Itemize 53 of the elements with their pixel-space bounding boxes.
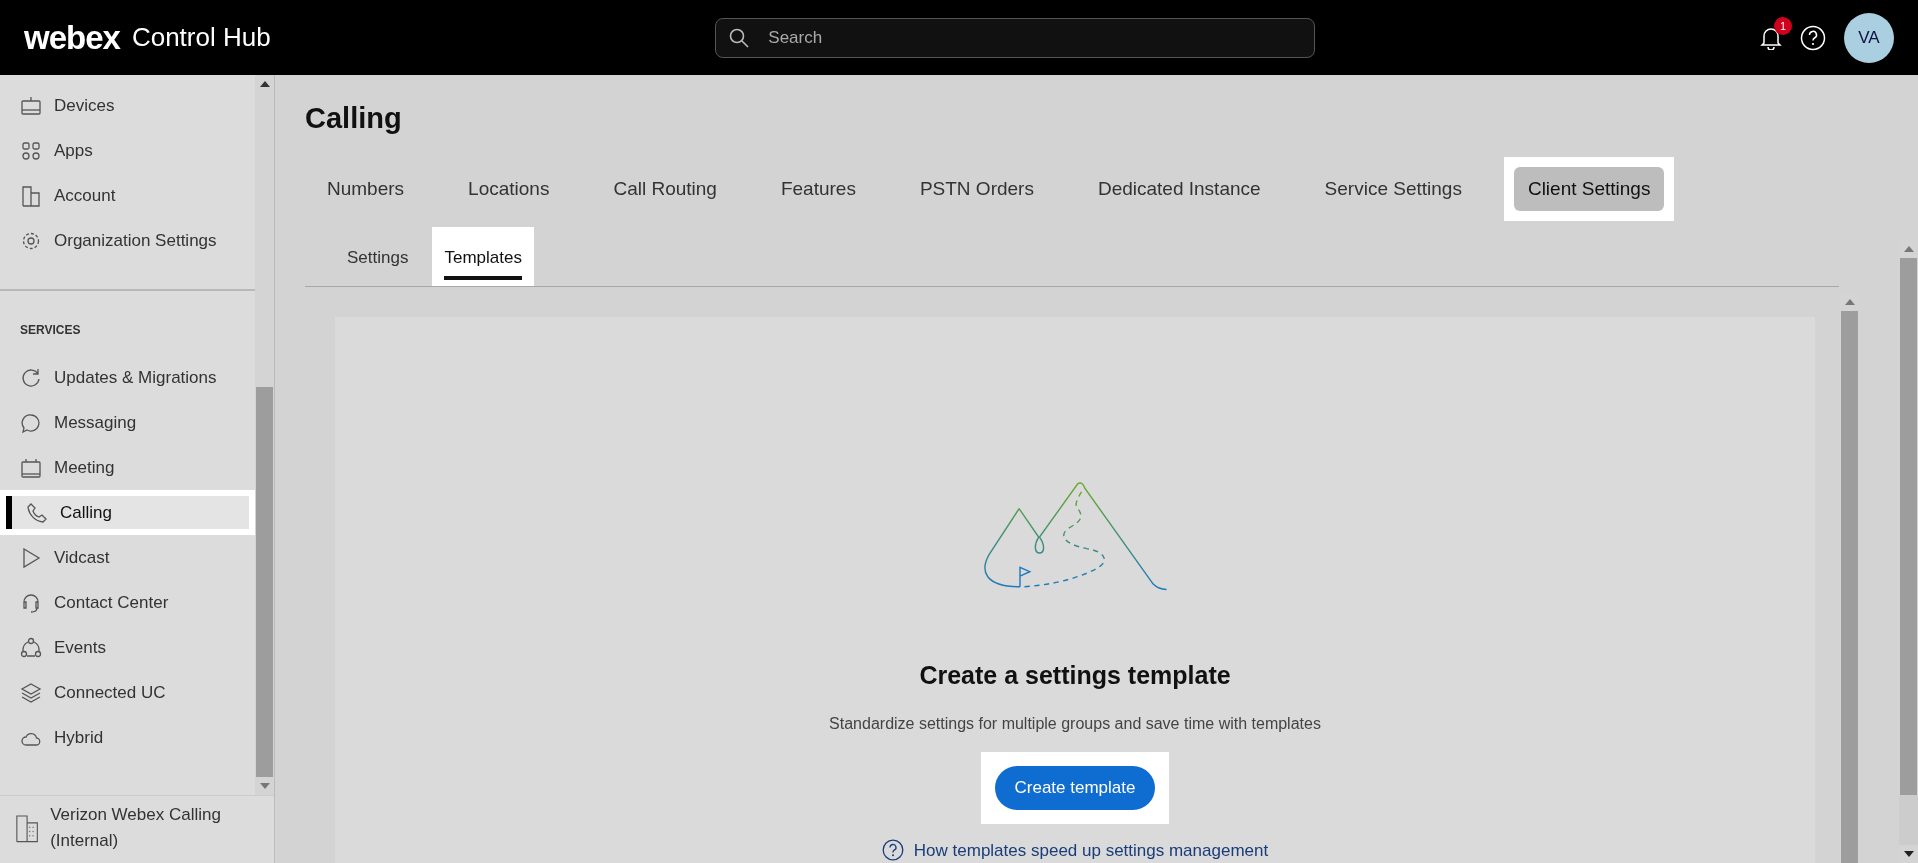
layers-icon — [20, 681, 42, 704]
sidebar-item[interactable]: Messaging — [0, 400, 255, 445]
organization-name[interactable]: Verizon Webex Calling (Internal) — [50, 802, 258, 853]
tv-icon — [20, 94, 42, 117]
chat-icon — [20, 411, 42, 434]
play-icon — [20, 546, 42, 569]
refresh-icon — [20, 366, 42, 389]
building-icon — [20, 184, 42, 207]
sidebar-item[interactable]: Organization Settings — [0, 218, 255, 263]
page-title: Calling — [305, 101, 403, 136]
tab[interactable]: PSTN Orders — [897, 156, 1056, 221]
user-avatar[interactable]: VA — [1844, 12, 1894, 63]
notification-badge: 1 — [1774, 17, 1792, 36]
product-name: Control Hub — [131, 21, 271, 54]
sidebar-item[interactable]: Account — [0, 173, 255, 218]
tab[interactable]: Call Routing — [591, 156, 739, 221]
sidebar-item[interactable]: Calling — [0, 490, 255, 535]
section-heading: SERVICES — [19, 322, 82, 339]
sidebar-item[interactable]: Apps — [0, 128, 255, 173]
tab[interactable]: Features — [758, 156, 878, 221]
search-icon — [729, 27, 750, 48]
tab[interactable]: Locations — [446, 156, 572, 221]
scrollbar-thumb[interactable] — [1900, 258, 1917, 795]
scrollbar[interactable] — [255, 75, 274, 795]
sub-tab[interactable]: Settings — [335, 227, 421, 286]
sidebar-item[interactable]: Vidcast — [0, 535, 255, 580]
help-icon[interactable] — [1800, 24, 1826, 51]
phone-icon — [26, 501, 48, 524]
people-icon — [20, 636, 42, 659]
sidebar-item[interactable]: Hybrid — [0, 715, 255, 760]
scrollbar-thumb[interactable] — [256, 387, 273, 777]
sidebar-item[interactable]: Updates & Migrations — [0, 355, 255, 400]
sidebar-item[interactable]: Meeting — [0, 445, 255, 490]
tab[interactable]: Client Settings — [1503, 156, 1675, 221]
sidebar-item[interactable]: Events — [0, 625, 255, 670]
sidebar-item[interactable]: Connected UC — [0, 670, 255, 715]
help-icon — [881, 839, 904, 862]
create-template-button[interactable]: Create template — [994, 766, 1156, 810]
tab[interactable]: Service Settings — [1302, 156, 1484, 221]
apps-icon — [20, 139, 42, 162]
tab[interactable]: Numbers — [305, 156, 427, 221]
brand-logo: webex — [24, 17, 120, 58]
sidebar-item[interactable]: Contact Center — [0, 580, 255, 625]
empty-state-description: Standardize settings for multiple groups and save time with templates — [829, 714, 1321, 734]
bell-icon[interactable] — [1760, 25, 1782, 50]
help-link[interactable]: How templates speed up settings management — [881, 837, 1269, 863]
search-field[interactable]: Search — [715, 17, 1316, 58]
calendar-icon — [20, 456, 42, 479]
headset-icon — [20, 591, 42, 614]
empty-state-heading: Create a settings template — [919, 659, 1231, 691]
sidebar-item[interactable]: Devices — [0, 83, 255, 128]
sub-tab[interactable]: Templates — [432, 227, 534, 286]
tab[interactable]: Dedicated Instance — [1075, 156, 1283, 221]
